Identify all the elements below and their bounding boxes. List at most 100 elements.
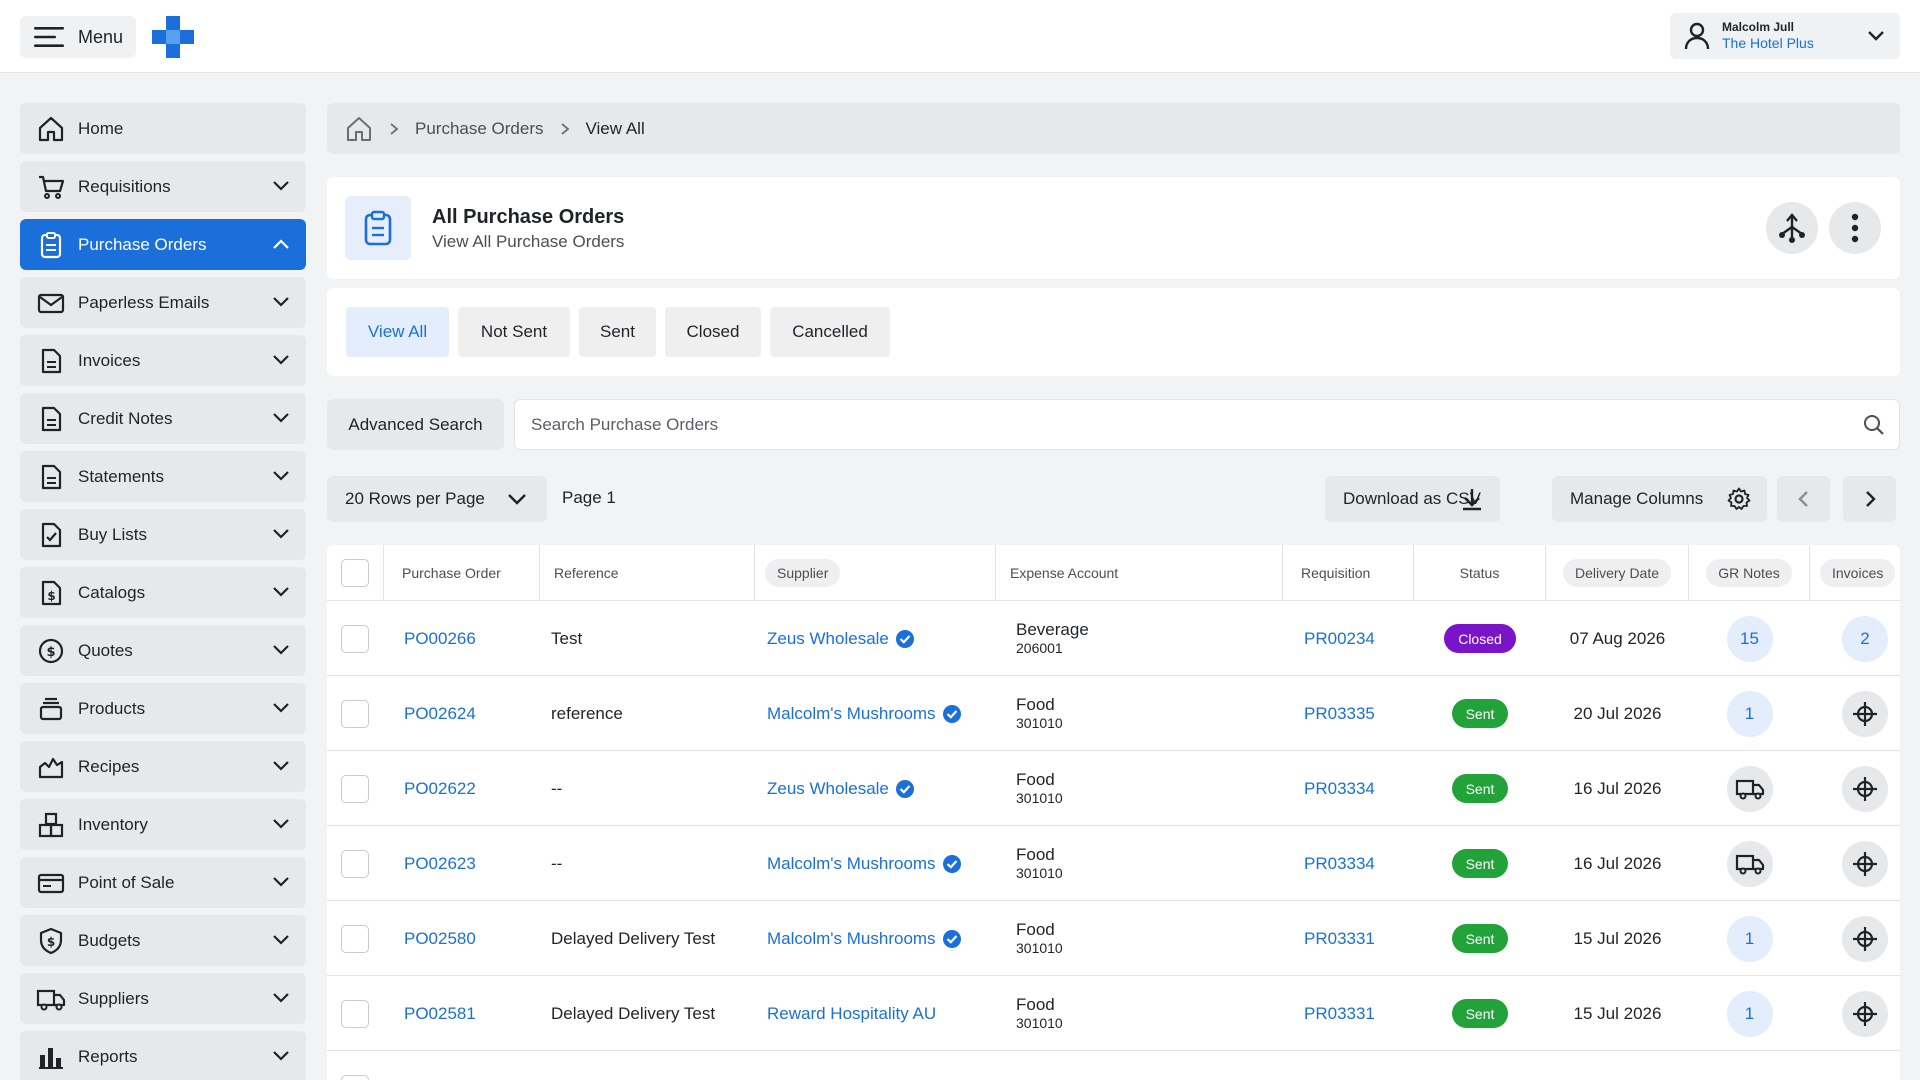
logo-icon[interactable] (152, 16, 194, 58)
sidebar-item-reports[interactable]: Reports (20, 1031, 306, 1080)
column-header-invoices[interactable]: Invoices (1820, 559, 1896, 587)
row-checkbox[interactable] (341, 699, 369, 728)
status-cell: Sent (1414, 826, 1546, 901)
supplier-cell: Zeus Wholesale (767, 601, 915, 676)
column-header-gr-notes[interactable]: GR Notes (1706, 559, 1792, 587)
chevron-down-icon (273, 877, 289, 887)
sidebar-item-point-of-sale[interactable]: Point of Sale (20, 857, 306, 908)
row-checkbox[interactable] (341, 774, 369, 803)
supplier-link[interactable]: Malcolm's Mushrooms (767, 704, 936, 724)
tab-sent[interactable]: Sent (579, 307, 656, 357)
add-invoice-button[interactable] (1842, 990, 1888, 1037)
column-header-reference[interactable]: Reference (540, 545, 755, 601)
select-all-checkbox[interactable] (341, 559, 369, 587)
sidebar-item-invoices[interactable]: Invoices (20, 335, 306, 386)
tab-closed[interactable]: Closed (665, 307, 761, 357)
receive-goods-button[interactable] (1726, 765, 1773, 812)
requisition-link[interactable]: PR00234 (1304, 601, 1375, 676)
row-checkbox[interactable] (341, 1074, 369, 1080)
sidebar-item-quotes[interactable]: $ Quotes (20, 625, 306, 676)
gr-notes-count[interactable]: 1 (1726, 915, 1773, 962)
more-options-button[interactable] (1829, 202, 1881, 254)
add-invoice-button[interactable] (1842, 690, 1888, 737)
gr-notes-count[interactable]: 15 (1726, 615, 1773, 662)
next-page-button[interactable] (1843, 476, 1896, 522)
gr-notes-count[interactable]: 1 (1726, 690, 1773, 737)
table-row[interactable]: PO02580 Delayed Delivery Test Malcolm's … (327, 901, 1900, 976)
chevron-down-icon[interactable] (1866, 26, 1886, 46)
supplier-link[interactable]: Malcolm's Mushrooms (767, 929, 936, 949)
invoices-count[interactable]: 2 (1842, 615, 1888, 662)
chevron-down-icon (273, 703, 289, 713)
previous-page-button[interactable] (1777, 476, 1830, 522)
sidebar-item-requisitions[interactable]: Requisitions (20, 161, 306, 212)
sidebar-item-credit-notes[interactable]: Credit Notes (20, 393, 306, 444)
supplier-link[interactable]: Zeus Wholesale (767, 629, 889, 649)
table-row[interactable]: PO02581 Delayed Delivery Test Reward Hos… (327, 976, 1900, 1051)
column-header-requisition[interactable]: Requisition (1283, 545, 1414, 601)
sidebar-item-catalogs[interactable]: $ Catalogs (20, 567, 306, 618)
download-csv-button[interactable]: Download as CSV (1325, 476, 1500, 522)
supplier-link[interactable]: Malcolm's Mushrooms (767, 854, 936, 874)
requisition-link[interactable]: PR03331 (1304, 901, 1375, 976)
chevron-down-icon (273, 993, 289, 1003)
gr-notes-count[interactable]: 1 (1726, 990, 1773, 1037)
po-number-link[interactable]: PO02623 (404, 826, 476, 901)
search-icon[interactable] (1863, 414, 1885, 436)
row-checkbox[interactable] (341, 924, 369, 953)
sidebar-item-statements[interactable]: Statements (20, 451, 306, 502)
requisition-link[interactable]: PR03335 (1304, 676, 1375, 751)
column-header-delivery-date[interactable]: Delivery Date (1562, 559, 1672, 587)
add-invoice-button[interactable] (1842, 765, 1888, 812)
po-number-link[interactable]: PO02581 (404, 976, 476, 1051)
workflow-button[interactable] (1766, 202, 1818, 254)
table-row[interactable]: PO02622 -- Zeus Wholesale Food 301010 PR0… (327, 751, 1900, 826)
supplier-link[interactable]: Zeus Wholesale (767, 779, 889, 799)
column-header-purchase-order[interactable]: Purchase Order (384, 545, 540, 601)
home-icon[interactable] (345, 115, 373, 143)
menu-button[interactable]: Menu (20, 16, 136, 58)
add-invoice-button[interactable] (1842, 915, 1888, 962)
po-number-link[interactable]: PO02624 (404, 676, 476, 751)
breadcrumb-current: View All (585, 118, 645, 138)
row-checkbox[interactable] (341, 624, 369, 653)
sidebar-item-home[interactable]: Home (20, 103, 306, 154)
table-row[interactable]: PO00266 Test Zeus Wholesale Beverage 2060… (327, 601, 1900, 676)
requisition-link[interactable]: PR03334 (1304, 826, 1375, 901)
breadcrumb-purchase-orders[interactable]: Purchase Orders (415, 119, 544, 139)
tab-cancelled[interactable]: Cancelled (770, 307, 890, 357)
add-invoice-button[interactable] (1842, 840, 1888, 887)
table-row[interactable]: PO02623 -- Malcolm's Mushrooms Food 30101… (327, 826, 1900, 901)
sidebar-item-recipes[interactable]: Recipes (20, 741, 306, 792)
table-row[interactable] (327, 1051, 1900, 1080)
tab-view-all[interactable]: View All (346, 307, 449, 357)
user-menu[interactable]: Malcolm Jull The Hotel Plus (1670, 13, 1900, 59)
sidebar-item-purchase-orders[interactable]: Purchase Orders (20, 219, 306, 270)
search-input[interactable] (531, 414, 1831, 435)
row-checkbox[interactable] (341, 849, 369, 878)
sidebar-item-inventory[interactable]: Inventory (20, 799, 306, 850)
sidebar-item-buy-lists[interactable]: Buy Lists (20, 509, 306, 560)
column-header-status[interactable]: Status (1414, 545, 1546, 601)
rows-per-page-select[interactable]: 20 Rows per Page (327, 476, 547, 522)
supplier-link[interactable]: Reward Hospitality AU (767, 1004, 936, 1024)
tab-not-sent[interactable]: Not Sent (458, 307, 570, 357)
sidebar-item-paperless-emails[interactable]: Paperless Emails (20, 277, 306, 328)
sidebar-item-suppliers[interactable]: Suppliers (20, 973, 306, 1024)
requisition-link[interactable]: PR03331 (1304, 976, 1375, 1051)
manage-columns-button[interactable]: Manage Columns (1552, 476, 1767, 522)
sidebar-item-label: Purchase Orders (78, 234, 207, 254)
supplier-cell: Malcolm's Mushrooms (767, 901, 962, 976)
po-number-link[interactable]: PO02622 (404, 751, 476, 826)
requisition-link[interactable]: PR03334 (1304, 751, 1375, 826)
sidebar-item-budgets[interactable]: $ Budgets (20, 915, 306, 966)
advanced-search-button[interactable]: Advanced Search (327, 399, 504, 450)
sidebar-item-products[interactable]: Products (20, 683, 306, 734)
row-checkbox[interactable] (341, 999, 369, 1028)
table-row[interactable]: PO02624 reference Malcolm's Mushrooms Fo… (327, 676, 1900, 751)
column-header-supplier[interactable]: Supplier (765, 559, 841, 587)
po-number-link[interactable]: PO02580 (404, 901, 476, 976)
column-header-expense-account[interactable]: Expense Account (996, 545, 1283, 601)
receive-goods-button[interactable] (1726, 840, 1773, 887)
po-number-link[interactable]: PO00266 (404, 601, 476, 676)
